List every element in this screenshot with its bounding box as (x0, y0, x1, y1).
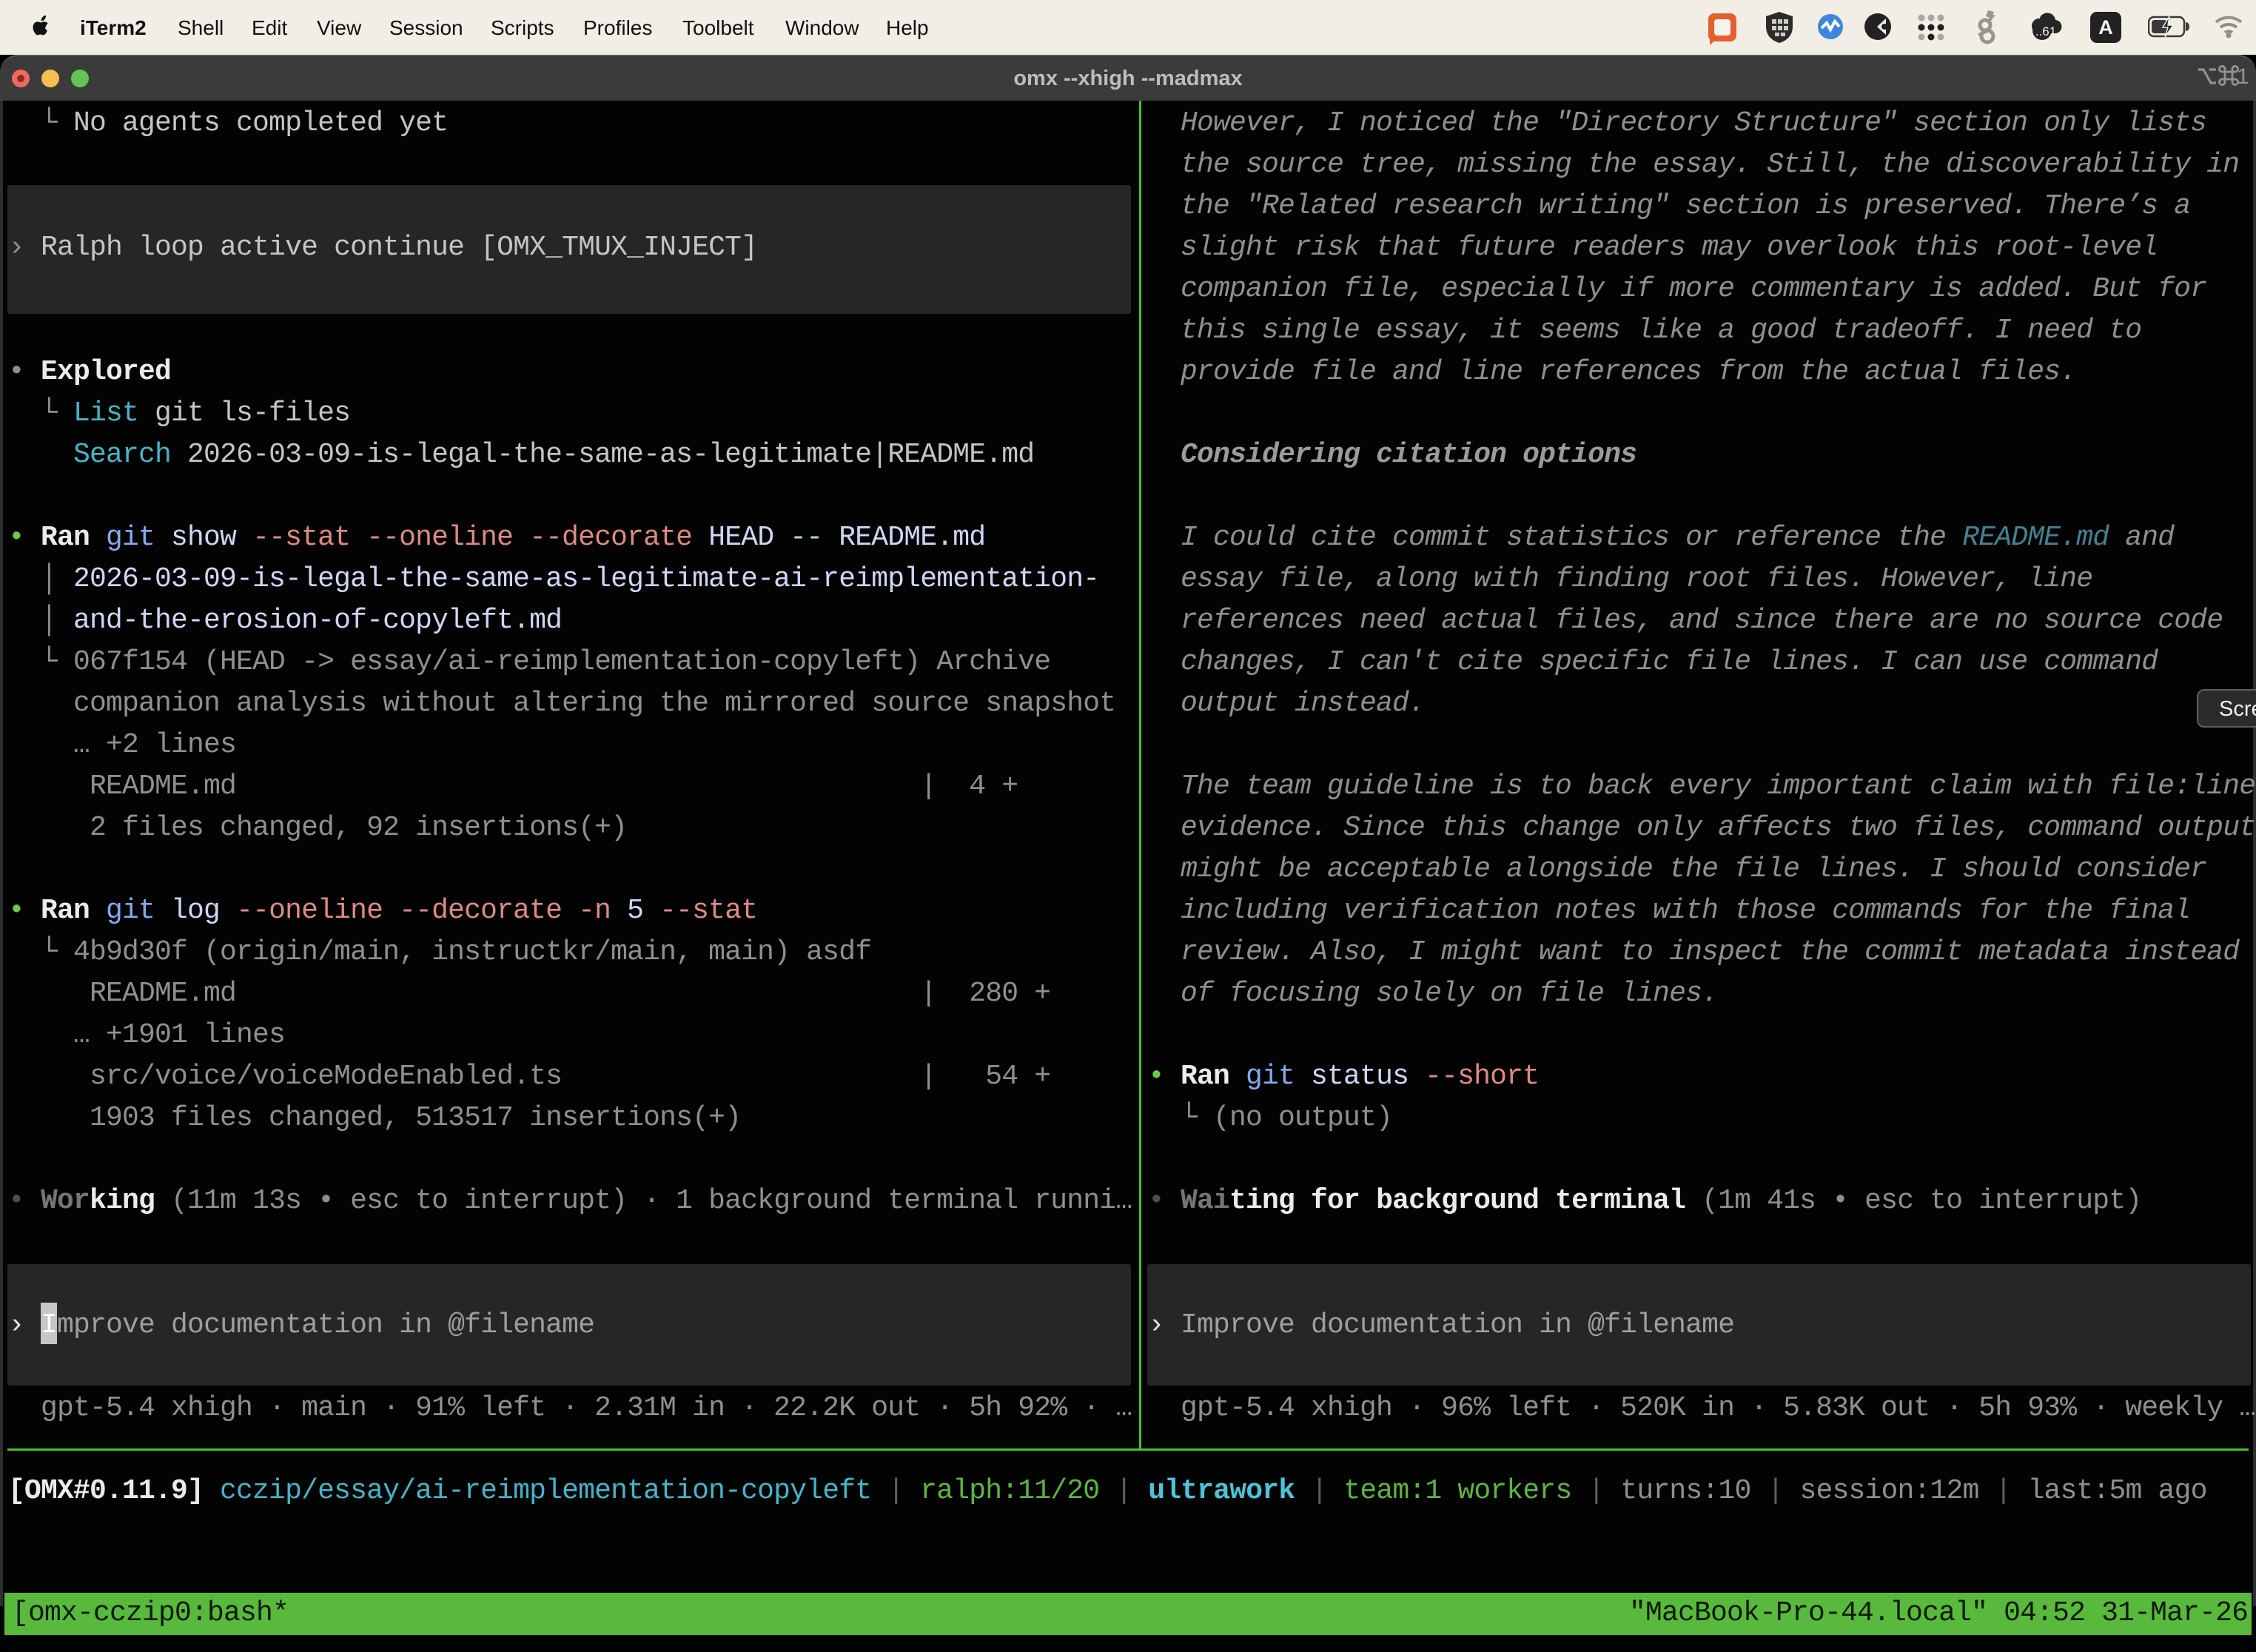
svg-text:..61: ..61 (2035, 24, 2056, 38)
